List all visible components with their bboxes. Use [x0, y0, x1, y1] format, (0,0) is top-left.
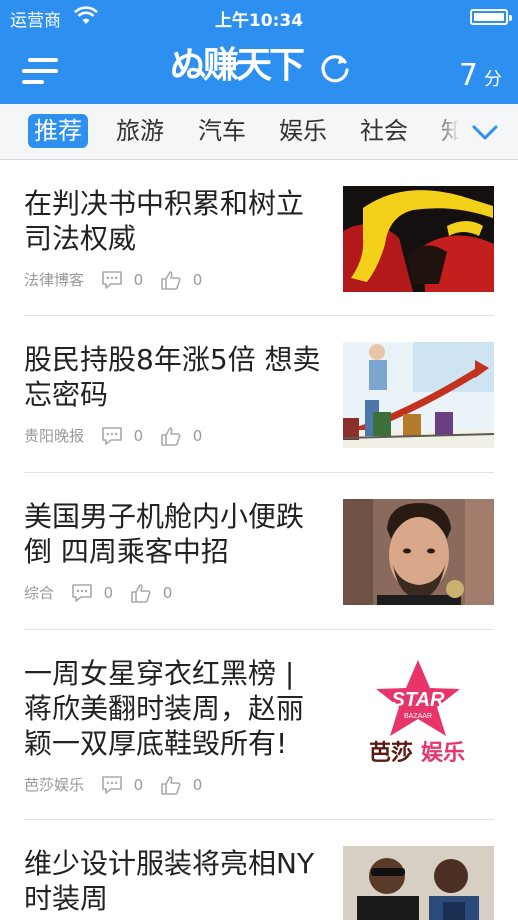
- app-logo: ぬ赚天下: [170, 45, 305, 86]
- news-source: 芭莎娱乐: [24, 775, 85, 794]
- thumb-bottom-b: 娱乐: [421, 741, 465, 762]
- news-thumbnail: [343, 499, 494, 605]
- news-item[interactable]: 股民持股8年涨5倍 想卖忘密码 贵阳晚报 0 0: [0, 316, 518, 473]
- menu-icon-line: [28, 58, 58, 62]
- thumbs-up-icon: [161, 775, 181, 795]
- tab-travel[interactable]: 旅游: [116, 114, 164, 148]
- tabs-fade: [432, 104, 472, 159]
- like-count: 0: [192, 270, 203, 289]
- news-thumbnail: [343, 342, 494, 448]
- news-title: 美国男子机舱内小便跌倒 四周乘客中招: [24, 500, 305, 568]
- news-source: 贵阳晚报: [24, 426, 85, 445]
- comment-count: 0: [133, 426, 144, 445]
- menu-icon-line: [22, 80, 44, 84]
- news-title: 一周女星穿衣红黑榜 | 蒋欣美翻时装周，赵丽颖一双厚底鞋毁所有!: [24, 657, 305, 760]
- countdown: 7分: [459, 58, 502, 93]
- news-meta: 法律博客 0 0: [24, 268, 202, 290]
- battery-icon: [470, 9, 512, 25]
- news-meta: 综合 0 0: [24, 581, 172, 603]
- menu-button[interactable]: [22, 58, 58, 86]
- thumb-bazaar-text: BAZAAR: [404, 713, 432, 720]
- tab-auto[interactable]: 汽车: [198, 114, 246, 148]
- comment-icon: [71, 583, 92, 602]
- news-title: 在判决书中积累和树立司法权威: [24, 187, 305, 255]
- like-count: 0: [192, 775, 203, 794]
- top-bar: 运营商 上午10:34 ぬ赚天下 7分: [0, 0, 518, 104]
- countdown-value: 7: [458, 58, 478, 93]
- tab-recommend[interactable]: 推荐: [28, 114, 88, 148]
- status-bar: 运营商 上午10:34: [0, 0, 518, 34]
- refresh-icon[interactable]: [318, 51, 352, 85]
- news-item[interactable]: 维少设计服装将亮相NY时装周: [0, 820, 518, 920]
- thumb-bottom-a: 芭莎: [369, 741, 413, 762]
- category-tabs: 推荐 旅游 汽车 娱乐 社会 知: [0, 104, 518, 160]
- countdown-unit: 分: [484, 69, 502, 90]
- news-item[interactable]: 一周女星穿衣红黑榜 | 蒋欣美翻时装周，赵丽颖一双厚底鞋毁所有! 芭莎娱乐 0 …: [0, 630, 518, 820]
- like-count: 0: [192, 426, 203, 445]
- tab-society[interactable]: 社会: [360, 114, 408, 148]
- news-item[interactable]: 在判决书中积累和树立司法权威 法律博客 0 0: [0, 160, 518, 316]
- news-feed: 在判决书中积累和树立司法权威 法律博客 0 0 股民持股8年涨5倍 想卖忘密码 …: [0, 160, 518, 920]
- menu-icon-line: [22, 69, 58, 73]
- news-source: 法律博客: [24, 270, 85, 289]
- news-meta: 芭莎娱乐 0 0: [24, 773, 202, 795]
- like-count: 0: [162, 583, 173, 602]
- tab-entertainment[interactable]: 娱乐: [279, 114, 327, 148]
- news-meta: 贵阳晚报 0 0: [24, 424, 202, 446]
- news-thumbnail: [343, 846, 494, 920]
- news-source: 综合: [24, 583, 55, 602]
- news-item[interactable]: 美国男子机舱内小便跌倒 四周乘客中招 综合 0 0: [0, 473, 518, 630]
- comment-icon: [101, 426, 122, 445]
- news-title: 维少设计服装将亮相NY时装周: [24, 847, 315, 915]
- thumb-star-text: STAR: [392, 689, 446, 711]
- clock: 上午10:34: [214, 11, 304, 31]
- comment-icon: [101, 270, 122, 289]
- thumbs-up-icon: [161, 426, 181, 446]
- chevron-down-icon[interactable]: [468, 118, 502, 146]
- news-thumbnail: [343, 186, 494, 292]
- comment-count: 0: [133, 270, 144, 289]
- comment-count: 0: [133, 775, 144, 794]
- comment-icon: [101, 775, 122, 794]
- news-thumbnail: STAR BAZAAR 芭莎 娱乐: [343, 656, 494, 762]
- news-title: 股民持股8年涨5倍 想卖忘密码: [24, 343, 321, 411]
- thumbs-up-icon: [161, 270, 181, 290]
- comment-count: 0: [103, 583, 114, 602]
- thumbs-up-icon: [131, 583, 151, 603]
